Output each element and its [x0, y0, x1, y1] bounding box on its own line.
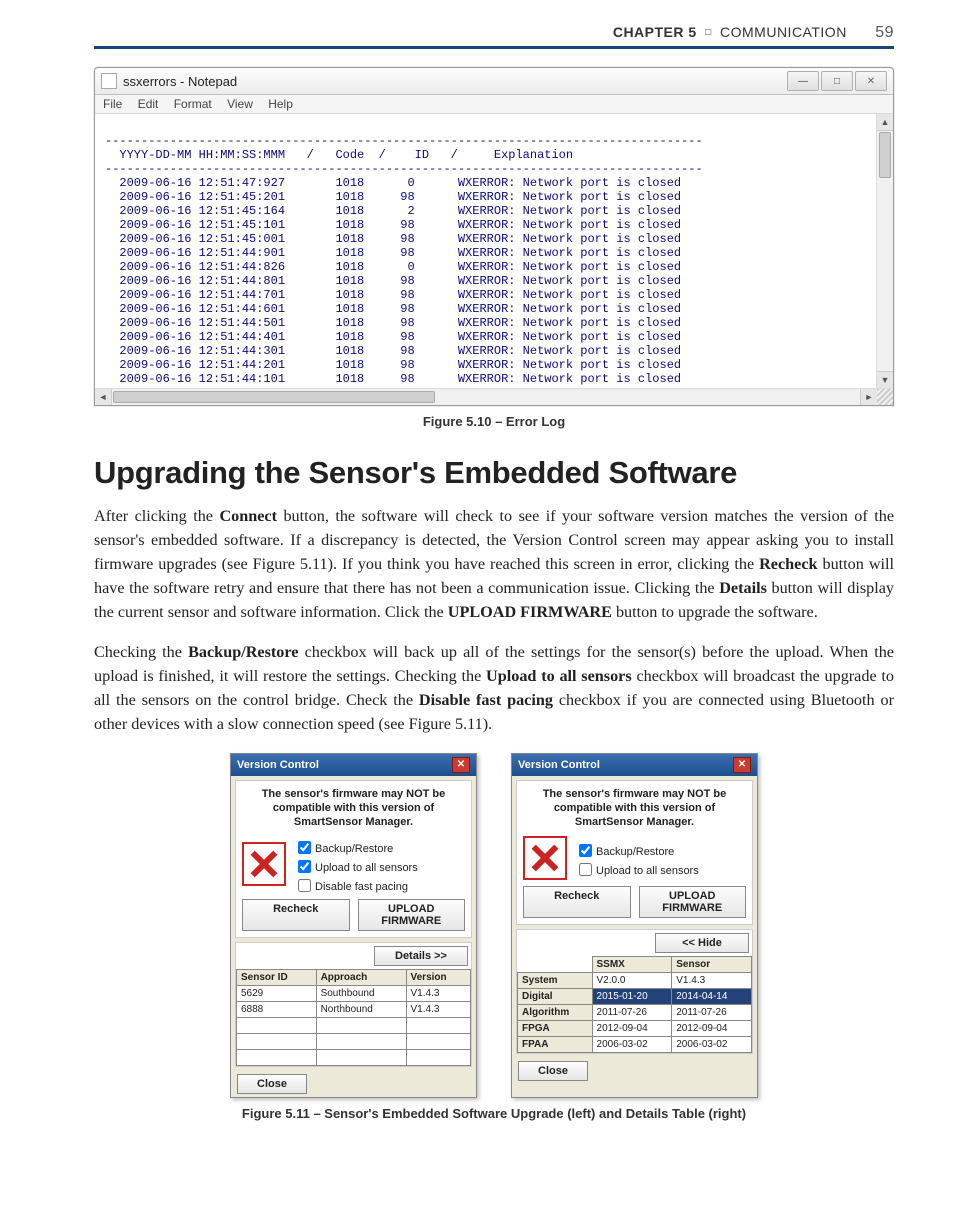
menu-file[interactable]: File [103, 97, 122, 111]
error-icon [523, 836, 567, 880]
col-approach: Approach [316, 969, 406, 985]
table-row[interactable]: 6888 Northbound V1.4.3 [237, 1001, 471, 1017]
scroll-right-icon[interactable]: ► [860, 389, 877, 405]
table-row[interactable]: 5629 Southbound V1.4.3 [237, 985, 471, 1001]
maximize-button[interactable]: □ [821, 71, 853, 91]
col-ssmx: SSMX [592, 956, 672, 972]
details-table: SSMX Sensor System V2.0.0 V1.4.3 Digital… [517, 956, 752, 1053]
warning-text: The sensor's firmware may NOT be compati… [242, 787, 465, 830]
window-title: ssxerrors - Notepad [123, 74, 785, 89]
upload-firmware-button[interactable]: UPLOAD FIRMWARE [358, 899, 466, 931]
details-button[interactable]: Details >> [374, 946, 468, 966]
menu-view[interactable]: View [227, 97, 253, 111]
notepad-window: ssxerrors - Notepad — □ ✕ File Edit Form… [94, 67, 894, 406]
close-button[interactable]: ✕ [855, 71, 887, 91]
close-button[interactable]: Close [518, 1061, 588, 1081]
close-button[interactable]: Close [237, 1074, 307, 1094]
menu-edit[interactable]: Edit [138, 97, 159, 111]
version-control-dialog-right: Version Control ✕ The sensor's firmware … [511, 753, 758, 1098]
section-label: COMMUNICATION [720, 24, 847, 40]
titlebar[interactable]: ssxerrors - Notepad — □ ✕ [95, 68, 893, 95]
log-text-area[interactable]: ----------------------------------------… [95, 114, 893, 388]
menubar: File Edit Format View Help [95, 95, 893, 114]
scroll-up-icon[interactable]: ▲ [877, 114, 893, 131]
minimize-button[interactable]: — [787, 71, 819, 91]
chapter-label: CHAPTER 5 [613, 24, 697, 40]
col-sensor-id: Sensor ID [237, 969, 317, 985]
dialog-titlebar[interactable]: Version Control ✕ [231, 754, 476, 776]
table-row: FPAA 2006-03-02 2006-03-02 [518, 1036, 752, 1052]
page-number: 59 [875, 24, 894, 41]
paragraph-1: After clicking the Connect button, the s… [94, 505, 894, 625]
backup-restore-checkbox[interactable]: Backup/Restore [294, 836, 418, 855]
scroll-thumb-h[interactable] [113, 391, 435, 403]
table-row [237, 1017, 471, 1033]
sensor-table: Sensor ID Approach Version 5629 Southbou… [236, 969, 471, 1066]
vertical-scrollbar[interactable]: ▲ ▼ [876, 114, 893, 388]
col-sensor: Sensor [672, 956, 752, 972]
recheck-button[interactable]: Recheck [242, 899, 350, 931]
menu-format[interactable]: Format [174, 97, 212, 111]
section-heading: Upgrading the Sensor's Embedded Software [94, 455, 894, 491]
scroll-left-icon[interactable]: ◄ [95, 389, 112, 405]
backup-restore-checkbox[interactable]: Backup/Restore [575, 839, 699, 858]
scroll-thumb-v[interactable] [879, 132, 891, 178]
upload-all-checkbox[interactable]: Upload to all sensors [575, 858, 699, 877]
col-version: Version [406, 969, 471, 985]
figure-5-11-caption: Figure 5.11 – Sensor's Embedded Software… [94, 1106, 894, 1121]
horizontal-scrollbar[interactable]: ◄ ► [95, 388, 893, 405]
upload-firmware-button[interactable]: UPLOAD FIRMWARE [639, 886, 747, 918]
document-icon [101, 73, 117, 89]
table-row: Digital 2015-01-20 2014-04-14 [518, 988, 752, 1004]
table-row: FPGA 2012-09-04 2012-09-04 [518, 1020, 752, 1036]
dialog-title: Version Control [518, 759, 733, 771]
close-icon[interactable]: ✕ [733, 757, 751, 773]
resize-grip-icon[interactable] [877, 389, 893, 405]
table-row [237, 1049, 471, 1065]
scroll-down-icon[interactable]: ▼ [877, 371, 893, 388]
error-icon [242, 842, 286, 886]
disable-pacing-checkbox[interactable]: Disable fast pacing [294, 874, 418, 893]
menu-help[interactable]: Help [268, 97, 293, 111]
table-row: System V2.0.0 V1.4.3 [518, 972, 752, 988]
warning-text: The sensor's firmware may NOT be compati… [523, 787, 746, 830]
figure-5-10-caption: Figure 5.10 – Error Log [94, 414, 894, 429]
dialog-titlebar[interactable]: Version Control ✕ [512, 754, 757, 776]
square-glyph: □ [701, 27, 716, 38]
version-control-dialog-left: Version Control ✕ The sensor's firmware … [230, 753, 477, 1098]
table-row: Algorithm 2011-07-26 2011-07-26 [518, 1004, 752, 1020]
recheck-button[interactable]: Recheck [523, 886, 631, 918]
close-icon[interactable]: ✕ [452, 757, 470, 773]
upload-all-checkbox[interactable]: Upload to all sensors [294, 855, 418, 874]
running-header: CHAPTER 5 □ COMMUNICATION 59 [94, 24, 894, 49]
table-row [237, 1033, 471, 1049]
hide-button[interactable]: << Hide [655, 933, 749, 953]
dialog-title: Version Control [237, 759, 452, 771]
paragraph-2: Checking the Backup/Restore checkbox wil… [94, 641, 894, 737]
